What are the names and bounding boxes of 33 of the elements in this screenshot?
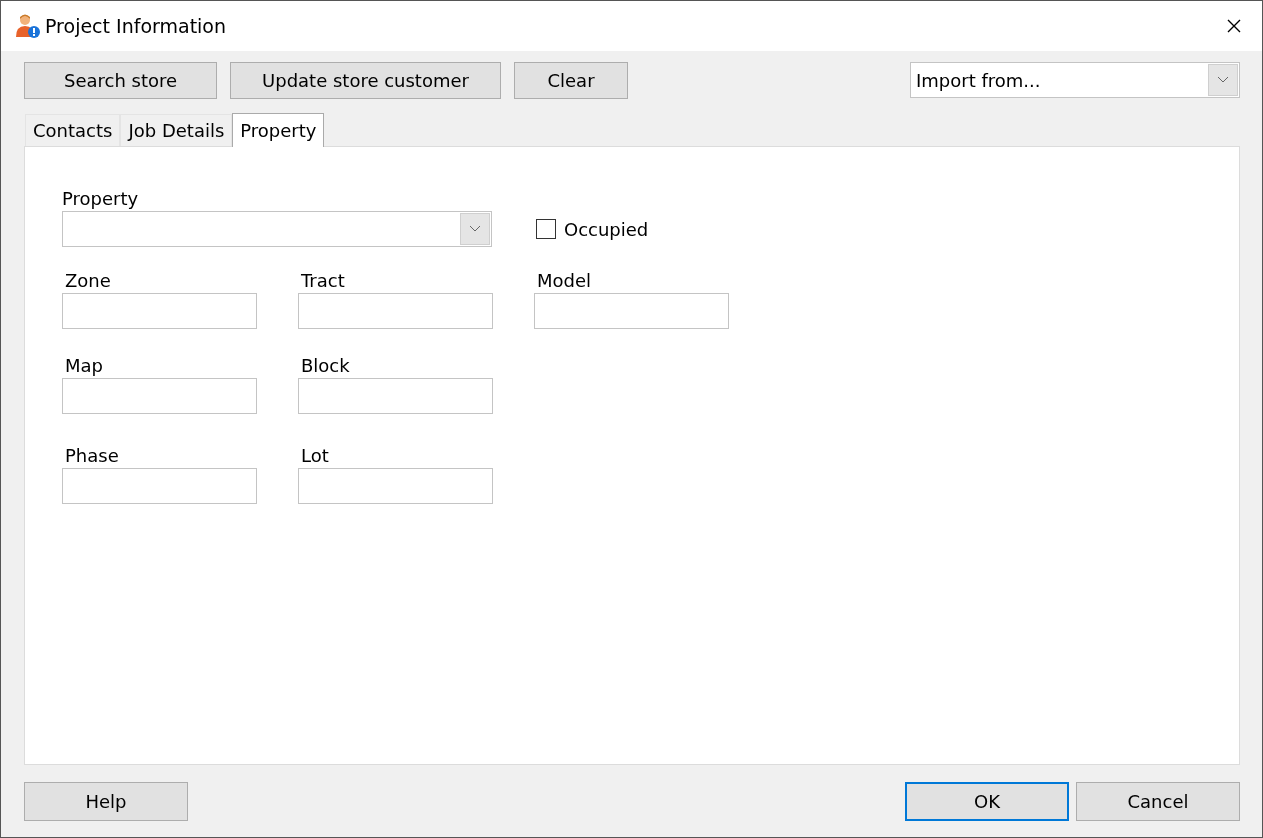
checkbox[interactable] (536, 219, 556, 239)
checkbox-label: Occupied (564, 218, 649, 240)
field-label: Zone (64, 269, 112, 293)
tab[interactable]: Contacts (25, 114, 121, 146)
input-field[interactable] (534, 293, 729, 329)
input-field[interactable] (62, 378, 257, 414)
toolbar-button[interactable]: Clear (514, 61, 628, 99)
close-icon (1226, 18, 1242, 34)
input-field[interactable] (298, 378, 493, 414)
input-field[interactable] (62, 293, 257, 329)
chevron-down-icon (1217, 76, 1229, 84)
toolbar-button[interactable]: Search store (24, 61, 217, 99)
field-label: Block (300, 354, 351, 378)
field-label: Phase (64, 444, 120, 468)
footer-button[interactable]: OK (905, 782, 1069, 821)
field-label: Map (64, 354, 104, 378)
window-title: Project Information (45, 15, 228, 37)
field-label: Lot (300, 444, 330, 468)
field-label: Property (62, 187, 140, 211)
chevron-down-icon (469, 225, 481, 233)
footer-button[interactable]: Cancel (1076, 782, 1240, 821)
input-field[interactable] (62, 468, 257, 504)
footer-button[interactable]: Help (24, 782, 188, 821)
tab[interactable]: Job Details (120, 114, 233, 146)
field-label: Model (536, 269, 593, 293)
field-label: Tract (300, 269, 346, 293)
input-field[interactable] (298, 468, 493, 504)
property-dropdown[interactable] (62, 211, 492, 247)
toolbar-button[interactable]: Update store customer (230, 61, 501, 99)
input-field[interactable] (298, 293, 493, 329)
tab[interactable]: Property (232, 113, 325, 147)
import-dropdown[interactable]: Import from... (910, 62, 1240, 98)
user-info-icon (15, 13, 41, 39)
